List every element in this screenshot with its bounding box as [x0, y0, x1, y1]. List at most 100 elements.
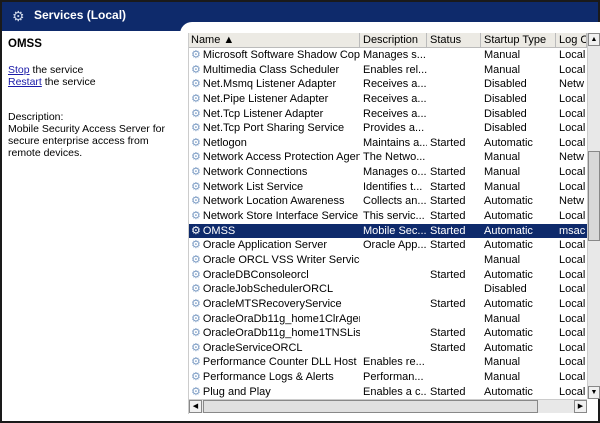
horizontal-scrollbar[interactable]: ◀ ▶	[189, 399, 587, 413]
service-name-cell: ⚙ OMSS	[189, 224, 360, 239]
column-header-status[interactable]: Status	[427, 33, 481, 47]
service-row[interactable]: ⚙ Net.Pipe Listener Adapter Receives a... D…	[189, 92, 587, 107]
service-description-cell: Manages s...	[363, 49, 426, 61]
service-name-cell: ⚙ OracleDBConsoleorcl	[189, 268, 360, 283]
service-row[interactable]: ⚙ Microsoft Software Shadow Copy... Manage…	[189, 48, 587, 63]
service-row[interactable]: ⚙ Performance Counter DLL Host Enables re.…	[189, 355, 587, 370]
service-name: Performance Logs & Alerts	[202, 371, 334, 384]
horizontal-scroll-thumb[interactable]	[203, 400, 538, 413]
services-window: ⚙ Services (Local) OMSS Stop the service…	[0, 0, 600, 423]
column-header-startup-type[interactable]: Startup Type	[481, 33, 556, 47]
service-row[interactable]: ⚙ OracleDBConsoleorcl Started Automatic Loca…	[189, 268, 587, 283]
service-row[interactable]: ⚙ Oracle ORCL VSS Writer Service Manual Loc…	[189, 253, 587, 268]
service-description-cell: Receives a...	[363, 92, 427, 105]
service-gear-icon: ⚙	[191, 253, 201, 266]
service-status-cell	[427, 355, 481, 370]
service-row[interactable]: ⚙ Plug and Play Enables a c... Started Autom…	[189, 385, 587, 400]
service-startup-type-cell: Manual	[484, 166, 521, 179]
service-gear-icon: ⚙	[191, 210, 201, 223]
service-row[interactable]: ⚙OracleOraDb11g_home1TNSListe... Started A…	[189, 326, 587, 341]
service-log-on-as-cell: Local	[559, 49, 586, 61]
service-log-on-as-cell: Local	[559, 210, 586, 223]
service-row[interactable]: ⚙ Network Connections Manages o... Started M…	[189, 165, 587, 180]
service-name-cell: ⚙ OracleMTSRecoveryService	[189, 297, 360, 312]
service-name: Performance Counter DLL Host	[202, 356, 357, 369]
service-startup-type-cell: Automatic	[484, 341, 533, 354]
service-startup-type-cell: Manual	[484, 312, 521, 325]
detail-panel: OMSS Stop the service Restart the servic…	[8, 38, 180, 159]
service-status-cell	[427, 282, 481, 297]
column-headers: Name ▲ Description Status Startup Type L…	[189, 33, 587, 48]
service-row[interactable]: ⚙ Network Access Protection Agent The Netw…	[189, 150, 587, 165]
service-rows: ⚙ Microsoft Software Shadow Copy... Manage…	[189, 48, 587, 399]
service-name-cell: ⚙ OracleServiceORCL	[189, 341, 360, 356]
window-title: Services (Local)	[34, 8, 127, 22]
service-status-cell	[427, 107, 481, 122]
selected-service-name: OMSS	[8, 38, 42, 50]
service-name: Network Connections	[202, 166, 308, 179]
service-row[interactable]: ⚙ OracleServiceORCL Started Automatic Local	[189, 341, 587, 356]
service-description-cell: Maintains a...	[363, 136, 427, 149]
service-description-cell: Identifies t...	[363, 180, 423, 193]
service-row[interactable]: ⚙ OracleMTSRecoveryService Started Automati…	[189, 297, 587, 312]
service-startup-type-cell: Automatic	[484, 268, 533, 281]
service-name: Net.Tcp Port Sharing Service	[202, 122, 345, 135]
column-header-description[interactable]: Description	[360, 33, 427, 47]
vertical-scroll-thumb[interactable]	[588, 151, 600, 241]
service-name: OracleOraDb11g_home1TNSListe...	[202, 327, 360, 340]
column-header-name[interactable]: Name ▲	[189, 33, 360, 47]
service-startup-type-cell: Disabled	[484, 78, 527, 91]
service-log-on-as-cell: Local	[559, 122, 586, 135]
service-row[interactable]: ⚙ OMSS Mobile Sec... Started Automatic msac	[189, 223, 587, 239]
service-row[interactable]: ⚙ Network List Service Identifies t... Star…	[189, 180, 587, 195]
vertical-scrollbar[interactable]: ▲ ▼	[587, 33, 600, 399]
service-row[interactable]: ⚙ Net.Tcp Listener Adapter Receives a... Di…	[189, 107, 587, 122]
service-log-on-as-cell: Netw	[559, 78, 585, 91]
service-gear-icon: ⚙	[191, 224, 201, 237]
service-row[interactable]: ⚙ Netlogon Maintains a... Started Automatic L…	[189, 136, 587, 151]
column-header-log-on-as[interactable]: Log C	[556, 33, 587, 47]
service-startup-type-cell: Manual	[484, 63, 521, 76]
service-log-on-as-cell: Local	[559, 356, 586, 369]
service-status-cell: Started	[430, 297, 466, 310]
service-log-on-as-cell: Local	[559, 268, 586, 281]
service-row[interactable]: ⚙ Network Store Interface Service This ser…	[189, 209, 587, 224]
service-name-cell: ⚙ Oracle Application Server	[189, 238, 360, 253]
service-description-cell: Performan...	[363, 371, 424, 384]
service-gear-icon: ⚙	[191, 341, 201, 354]
service-row[interactable]: ⚙ Oracle Application Server Oracle App... S…	[189, 238, 587, 253]
service-name-cell: ⚙ Net.Tcp Port Sharing Service	[189, 121, 360, 136]
service-row[interactable]: ⚙ Network Location Awareness Collects an..…	[189, 194, 587, 209]
scroll-up-button[interactable]: ▲	[588, 33, 600, 46]
service-row[interactable]: ⚙ Net.Msmq Listener Adapter Receives a... D…	[189, 77, 587, 92]
stop-service-link[interactable]: Stop	[8, 64, 30, 76]
service-row[interactable]: ⚙ OracleOraDb11g_home1ClrAgent Manual Local	[189, 312, 587, 327]
service-startup-type-cell: Disabled	[484, 107, 527, 120]
service-log-on-as-cell: Local	[559, 239, 586, 252]
service-row[interactable]: ⚙ Net.Tcp Port Sharing Service Provides a.…	[189, 121, 587, 136]
service-status-cell: Started	[430, 136, 466, 149]
service-log-on-as-cell: Local	[559, 341, 586, 354]
service-log-on-as-cell: Local	[559, 136, 586, 149]
service-name: Network List Service	[202, 180, 304, 193]
service-startup-type-cell: Automatic	[484, 385, 533, 398]
scroll-down-button[interactable]: ▼	[588, 386, 600, 399]
service-row[interactable]: ⚙ Performance Logs & Alerts Performan... Ma…	[189, 370, 587, 385]
service-description-cell	[360, 297, 427, 312]
service-gear-icon: ⚙	[191, 92, 201, 105]
restart-service-link[interactable]: Restart	[8, 76, 42, 88]
scroll-right-button[interactable]: ▶	[574, 400, 587, 413]
service-status-cell: Started	[430, 239, 466, 252]
stop-text: the service	[29, 64, 84, 76]
service-description-cell: Mobile Sec...	[363, 224, 427, 237]
service-name: OMSS	[202, 224, 236, 237]
service-gear-icon: ⚙	[191, 327, 201, 340]
scroll-left-button[interactable]: ◀	[189, 400, 202, 413]
service-startup-type-cell: Manual	[484, 371, 521, 384]
service-status-cell: Started	[430, 195, 466, 208]
service-row[interactable]: ⚙ OracleJobSchedulerORCL Disabled Local	[189, 282, 587, 297]
service-name-cell: ⚙ Microsoft Software Shadow Copy...	[189, 48, 360, 63]
service-log-on-as-cell: Netw	[559, 195, 585, 208]
service-name: Multimedia Class Scheduler	[202, 63, 340, 76]
service-row[interactable]: ⚙ Multimedia Class Scheduler Enables rel..…	[189, 63, 587, 78]
